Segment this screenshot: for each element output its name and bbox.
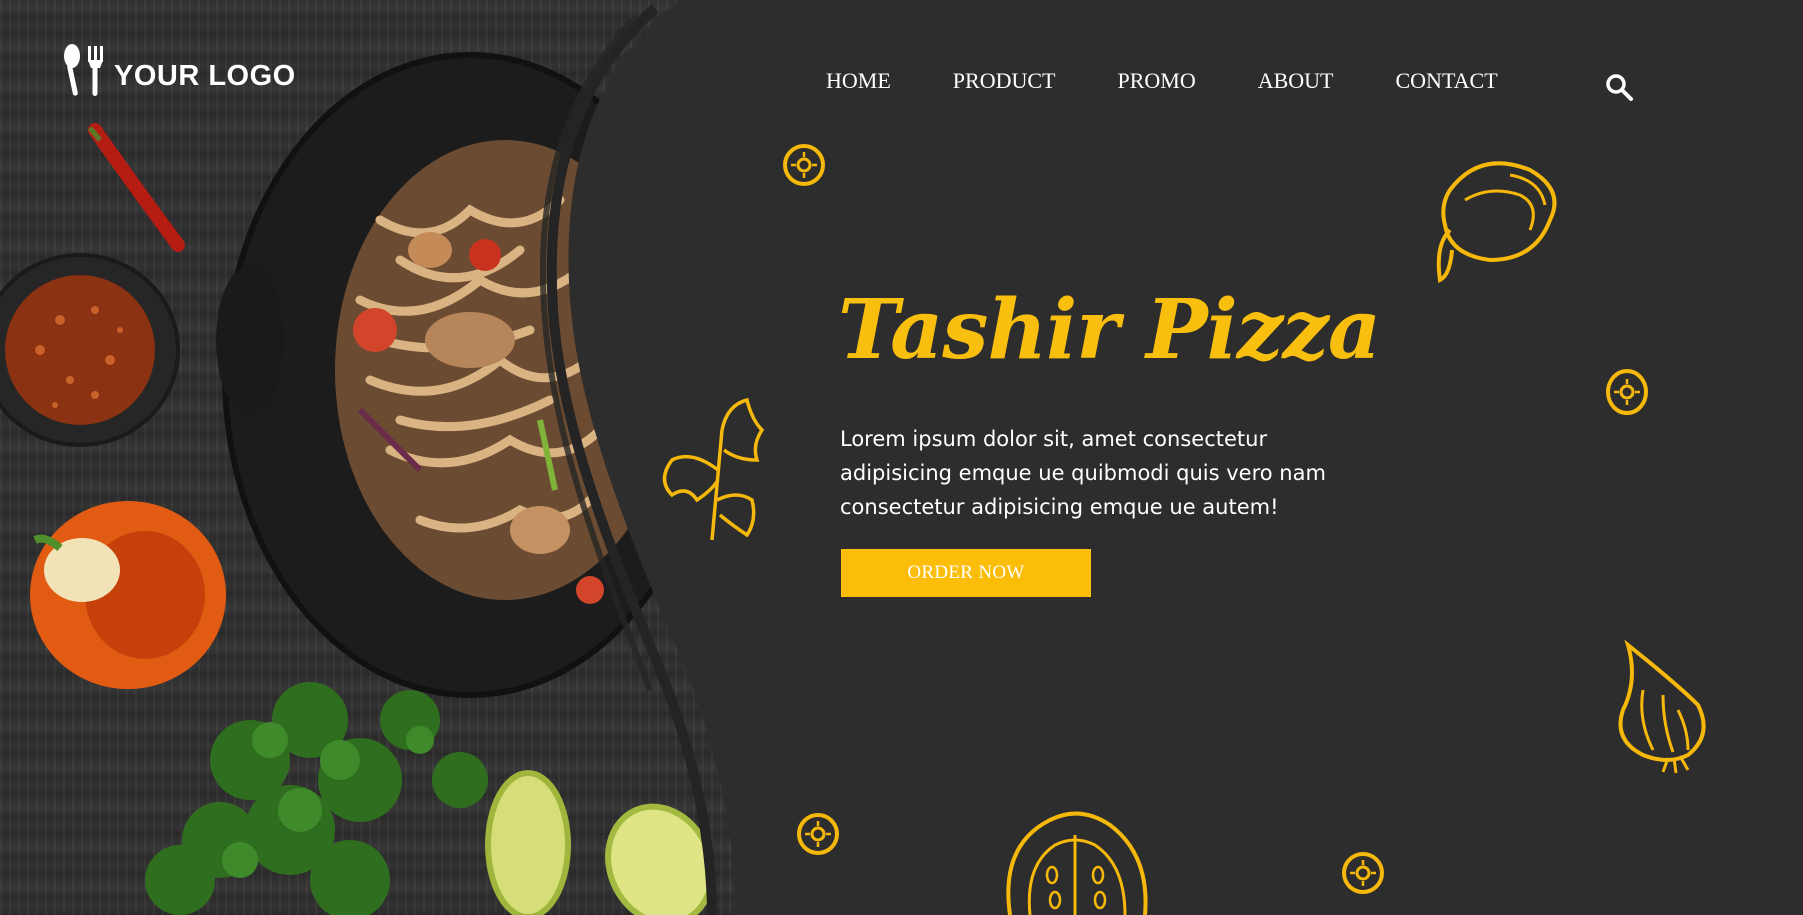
garlic-doodle-icon [1608,640,1718,775]
small-tomato-doodle-icon [1605,368,1649,416]
hero-description: Lorem ipsum dolor sit, amet consectetur … [840,427,1326,519]
bell-pepper-doodle-icon [1420,150,1560,290]
nav-product[interactable]: PRODUCT [953,68,1056,94]
small-tomato-doodle-icon [782,143,826,187]
tomato-half-doodle-icon [1000,805,1150,915]
main-nav: HOME PRODUCT PROMO ABOUT CONTACT [826,68,1498,94]
hero-title: Tashir Pizza [838,282,1381,378]
search-button[interactable] [1604,72,1634,102]
small-tomato-doodle-icon [796,812,840,856]
parsley-doodle-icon [652,390,772,550]
nav-promo[interactable]: PROMO [1117,68,1195,94]
small-tomato-doodle-icon [1341,850,1385,896]
nav-contact[interactable]: CONTACT [1396,68,1498,94]
order-now-button[interactable]: ORDER NOW [841,549,1091,597]
spoon-fork-icon [64,44,103,96]
logo-text: YOUR LOGO [114,59,296,92]
nav-about[interactable]: ABOUT [1258,68,1334,94]
search-icon [1606,74,1633,101]
nav-home[interactable]: HOME [826,68,891,94]
brand-logo[interactable]: YOUR LOGO [60,42,296,98]
landing-page: YOUR LOGO HOME PRODUCT PROMO ABOUT CONTA… [0,0,1803,915]
